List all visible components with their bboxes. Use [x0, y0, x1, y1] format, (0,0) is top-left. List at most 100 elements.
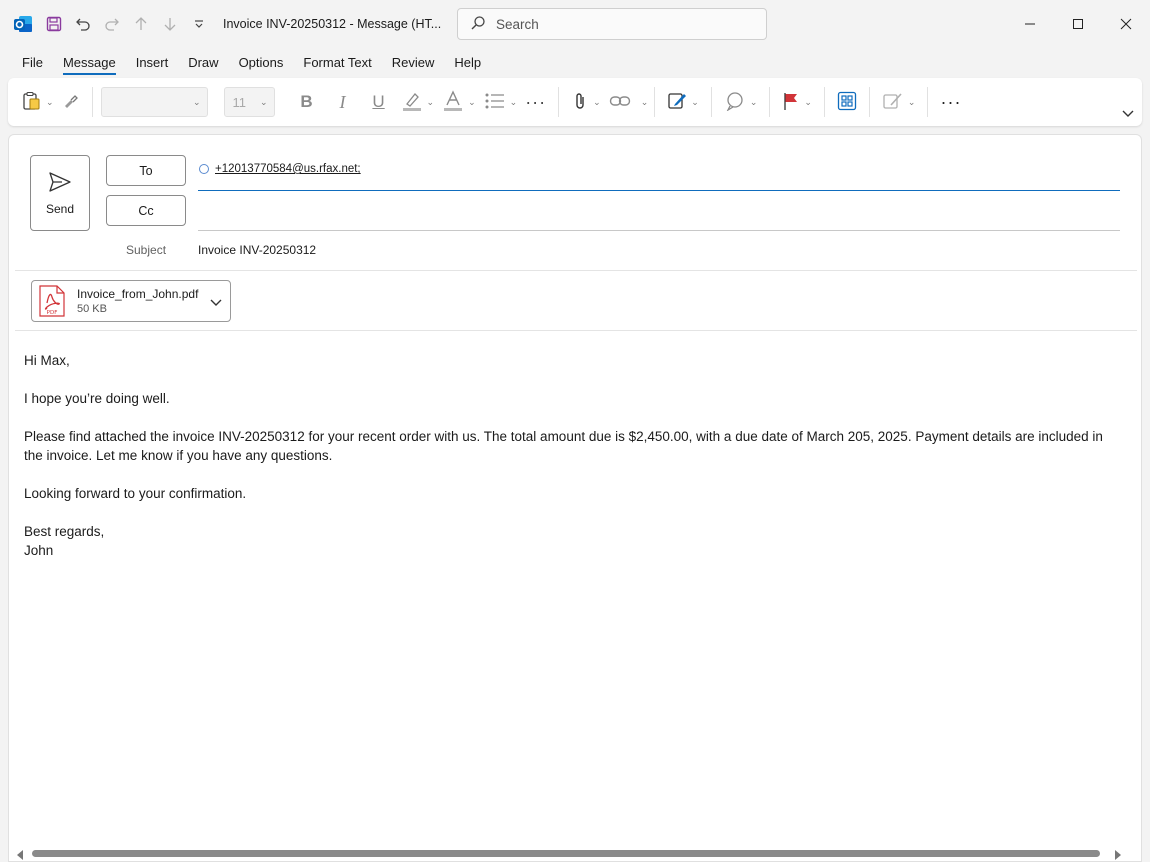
minimize-button[interactable]: [1006, 0, 1054, 48]
signature-icon: [667, 91, 687, 114]
bullets-button[interactable]: ⌄: [480, 86, 522, 118]
chevron-down-icon[interactable]: ⌄: [804, 97, 812, 108]
underline-icon: U: [372, 92, 385, 111]
comment-icon: [724, 91, 746, 114]
tab-insert[interactable]: Insert: [128, 48, 177, 78]
tab-message[interactable]: Message: [55, 48, 124, 78]
scrollbar-thumb[interactable]: [32, 850, 1100, 857]
chevron-down-icon[interactable]: ⌄: [468, 97, 476, 108]
tab-format-text[interactable]: Format Text: [295, 48, 379, 78]
cc-field[interactable]: [198, 230, 1120, 231]
search-placeholder: Search: [496, 16, 539, 32]
italic-button[interactable]: I: [325, 86, 361, 118]
customize-toolbar-icon[interactable]: [184, 0, 213, 48]
tab-options[interactable]: Options: [231, 48, 292, 78]
send-icon: [48, 171, 72, 196]
horizontal-scrollbar[interactable]: [14, 846, 1124, 860]
ribbon-divider: [91, 87, 93, 117]
font-size-dropdown[interactable]: 11 ⌄: [223, 87, 275, 117]
search-box[interactable]: Search: [457, 8, 767, 40]
to-button[interactable]: To: [106, 155, 186, 186]
ribbon-divider: [710, 87, 712, 117]
send-label: Send: [45, 201, 75, 216]
undo-icon[interactable]: [68, 0, 97, 48]
format-painter-button[interactable]: [58, 86, 84, 118]
chevron-down-icon[interactable]: ⌄: [691, 97, 699, 108]
send-button[interactable]: Send: [30, 155, 90, 231]
ribbon-divider: [654, 87, 656, 117]
attachment-menu-chevron-icon[interactable]: [210, 295, 222, 310]
body-paragraph: Please find attached the invoice INV-202…: [24, 429, 1103, 463]
tab-review[interactable]: Review: [384, 48, 443, 78]
highlighter-icon: [401, 90, 423, 115]
font-color-icon: [442, 89, 464, 115]
ribbon-divider: [927, 87, 929, 117]
format-painter-icon: [62, 92, 80, 113]
title-bar: Invoice INV-20250312 - Message (HT... Se…: [0, 0, 1150, 48]
pdf-type-label: PDF: [47, 310, 58, 316]
body-line: I hope you’re doing well.: [24, 391, 170, 406]
redo-icon[interactable]: [97, 0, 126, 48]
sensitivity-button[interactable]: ⌄: [878, 86, 920, 118]
font-color-button[interactable]: ⌄: [438, 86, 480, 118]
dictate-button[interactable]: ⌄: [720, 86, 762, 118]
tab-draw[interactable]: Draw: [180, 48, 226, 78]
to-field[interactable]: [198, 190, 1120, 191]
chevron-down-icon[interactable]: ⌄: [750, 97, 758, 108]
bold-icon: B: [300, 92, 313, 111]
chevron-down-icon[interactable]: ⌄: [427, 97, 435, 108]
link-button[interactable]: ⌄: [605, 86, 653, 118]
attach-file-button[interactable]: ⌄: [567, 86, 605, 118]
window-title: Invoice INV-20250312 - Message (HT...: [223, 17, 442, 31]
ribbon-expand-button[interactable]: [1122, 106, 1134, 121]
tab-help[interactable]: Help: [446, 48, 489, 78]
closing: Best regards,: [24, 524, 105, 539]
subject-field[interactable]: Invoice INV-20250312: [198, 243, 316, 257]
chevron-down-icon[interactable]: ⌄: [641, 97, 649, 108]
chevron-down-icon: ⌄: [193, 96, 201, 107]
signature-button[interactable]: ⌄: [663, 86, 703, 118]
ribbon-divider: [558, 87, 560, 117]
arrow-down-icon[interactable]: [155, 0, 184, 48]
attachment-card[interactable]: PDF Invoice_from_John.pdf 50 KB: [31, 280, 231, 322]
chevron-down-icon[interactable]: ⌄: [908, 97, 916, 108]
cc-button[interactable]: Cc: [106, 195, 186, 226]
more-icon: ···: [525, 91, 547, 112]
presence-icon: [199, 164, 209, 174]
chevron-down-icon: [1122, 106, 1134, 121]
paste-button[interactable]: ⌄: [18, 86, 58, 118]
subject-label: Subject: [126, 243, 167, 257]
more-options-button[interactable]: ···: [936, 86, 965, 118]
attachment-size: 50 KB: [77, 303, 107, 315]
close-button[interactable]: [1102, 0, 1150, 48]
chevron-down-icon[interactable]: ⌄: [593, 97, 601, 108]
recipient-address: +12013770584@us.rfax.net;: [215, 163, 361, 175]
maximize-button[interactable]: [1054, 0, 1102, 48]
attachment-divider: [15, 330, 1137, 331]
clipboard-icon: [22, 91, 42, 114]
body-line: Looking forward to your confirmation.: [24, 486, 247, 501]
chevron-down-icon[interactable]: ⌄: [46, 97, 54, 108]
message-body[interactable]: Hi Max, I hope you’re doing well. Please…: [24, 351, 1124, 560]
more-icon: ···: [940, 91, 962, 112]
ribbon-divider: [823, 87, 825, 117]
bold-button[interactable]: B: [289, 86, 325, 118]
signature: John: [24, 543, 54, 558]
scroll-right-icon[interactable]: [1114, 848, 1122, 862]
arrow-up-icon[interactable]: [126, 0, 155, 48]
outlook-logo-icon: [13, 14, 33, 34]
tab-file[interactable]: File: [14, 48, 51, 78]
ribbon: ⌄ ⌄ 11 ⌄ B I U ⌄ ⌄ ⌄ ··· ⌄ ⌄ ⌄ ⌄ ⌄ ⌄ ···: [8, 78, 1142, 126]
to-recipient[interactable]: +12013770584@us.rfax.net;: [199, 163, 361, 175]
scroll-left-icon[interactable]: [16, 848, 24, 862]
underline-button[interactable]: U: [361, 86, 397, 118]
more-formatting-button[interactable]: ···: [521, 86, 550, 118]
highlight-button[interactable]: ⌄: [397, 86, 439, 118]
ribbon-divider: [769, 87, 771, 117]
follow-up-flag-button[interactable]: ⌄: [778, 86, 816, 118]
chevron-down-icon[interactable]: ⌄: [510, 97, 518, 108]
font-family-dropdown[interactable]: ⌄: [100, 87, 208, 117]
save-icon[interactable]: [39, 0, 68, 48]
apps-button[interactable]: [833, 86, 861, 118]
font-size-value: 11: [232, 94, 247, 110]
